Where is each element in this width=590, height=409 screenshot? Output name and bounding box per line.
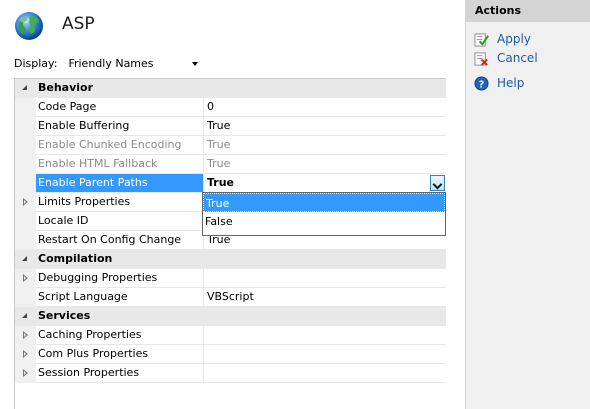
property-row-caching-properties[interactable]: Caching Properties bbox=[15, 326, 446, 345]
category-services[interactable]: Services bbox=[15, 307, 446, 326]
property-row-enable-parent-paths[interactable]: Enable Parent Paths True bbox=[15, 174, 446, 193]
category-label: Compilation bbox=[38, 252, 113, 265]
property-row-script-language[interactable]: Script Language VBScript bbox=[15, 288, 446, 307]
dropdown-button[interactable] bbox=[430, 175, 445, 191]
page-header: ASP bbox=[0, 0, 459, 52]
cancel-link[interactable]: Cancel bbox=[497, 51, 538, 65]
chevron-down-icon bbox=[192, 62, 199, 66]
property-name: Restart On Config Change bbox=[36, 231, 204, 249]
actions-pane: Actions Apply Cancel ? Help bbox=[465, 0, 590, 409]
property-name: Locale ID bbox=[36, 212, 204, 230]
property-name: Debugging Properties bbox=[36, 269, 204, 287]
category-label: Services bbox=[38, 309, 91, 322]
expand-icon[interactable] bbox=[23, 198, 28, 206]
property-name: Code Page bbox=[36, 98, 204, 116]
property-value[interactable] bbox=[204, 364, 446, 382]
property-value: True bbox=[207, 176, 235, 189]
property-value[interactable]: True bbox=[204, 117, 446, 135]
expand-icon[interactable] bbox=[23, 274, 28, 282]
property-value[interactable]: 0 bbox=[204, 98, 446, 116]
display-filter: Display: Friendly Names bbox=[14, 54, 203, 72]
dropdown-option-true[interactable]: True bbox=[203, 193, 445, 212]
expand-icon[interactable] bbox=[23, 331, 28, 339]
property-name: Limits Properties bbox=[36, 193, 204, 211]
property-value[interactable] bbox=[204, 269, 446, 287]
property-name: Com Plus Properties bbox=[36, 345, 204, 363]
property-name: Session Properties bbox=[36, 364, 204, 382]
property-name: Enable Parent Paths bbox=[36, 174, 204, 192]
property-row-enable-buffering[interactable]: Enable Buffering True bbox=[15, 117, 446, 136]
property-row-enable-html-fallback[interactable]: Enable HTML Fallback True bbox=[15, 155, 446, 174]
display-select[interactable]: Friendly Names bbox=[63, 54, 203, 72]
apply-link[interactable]: Apply bbox=[497, 32, 531, 46]
property-name: Caching Properties bbox=[36, 326, 204, 344]
apply-action[interactable]: Apply bbox=[474, 31, 531, 47]
expand-icon[interactable] bbox=[23, 350, 28, 358]
help-link[interactable]: Help bbox=[497, 76, 524, 90]
property-row-session-properties[interactable]: Session Properties bbox=[15, 364, 446, 383]
page-title: ASP bbox=[62, 14, 95, 34]
property-row-enable-chunked-encoding[interactable]: Enable Chunked Encoding True bbox=[15, 136, 446, 155]
property-value[interactable]: True bbox=[204, 136, 446, 154]
apply-icon bbox=[474, 32, 489, 47]
expand-icon[interactable] bbox=[23, 369, 28, 377]
display-label: Display: bbox=[14, 56, 58, 70]
property-row-debugging-properties[interactable]: Debugging Properties bbox=[15, 269, 446, 288]
collapse-icon[interactable] bbox=[22, 313, 27, 318]
main-panel: ASP Display: Friendly Names Behavior Cod… bbox=[0, 0, 459, 409]
property-name: Enable Buffering bbox=[36, 117, 204, 135]
property-value-editor[interactable]: True bbox=[204, 174, 446, 192]
category-compilation[interactable]: Compilation bbox=[15, 250, 446, 269]
help-action[interactable]: ? Help bbox=[474, 75, 524, 91]
help-icon: ? bbox=[474, 75, 489, 91]
category-behavior[interactable]: Behavior bbox=[15, 79, 446, 98]
property-value[interactable]: VBScript bbox=[204, 288, 446, 306]
property-name: Script Language bbox=[36, 288, 204, 306]
svg-text:?: ? bbox=[479, 79, 484, 90]
property-name: Enable HTML Fallback bbox=[36, 155, 204, 173]
cancel-icon bbox=[474, 51, 488, 66]
property-name: Enable Chunked Encoding bbox=[36, 136, 204, 154]
cancel-action[interactable]: Cancel bbox=[474, 50, 538, 66]
display-select-value: Friendly Names bbox=[68, 57, 154, 70]
property-grid: Behavior Code Page 0 Enable Buffering Tr… bbox=[14, 78, 446, 409]
value-dropdown-list[interactable]: True False bbox=[202, 192, 446, 236]
category-label: Behavior bbox=[38, 81, 94, 94]
property-value[interactable] bbox=[204, 345, 446, 363]
property-row-com-plus-properties[interactable]: Com Plus Properties bbox=[15, 345, 446, 364]
property-value[interactable] bbox=[204, 326, 446, 344]
dropdown-option-false[interactable]: False bbox=[203, 212, 445, 231]
collapse-icon[interactable] bbox=[22, 256, 27, 261]
property-value[interactable]: True bbox=[204, 155, 446, 173]
globe-icon bbox=[15, 12, 43, 40]
actions-header: Actions bbox=[466, 0, 590, 22]
collapse-icon[interactable] bbox=[22, 85, 27, 90]
property-row-code-page[interactable]: Code Page 0 bbox=[15, 98, 446, 117]
